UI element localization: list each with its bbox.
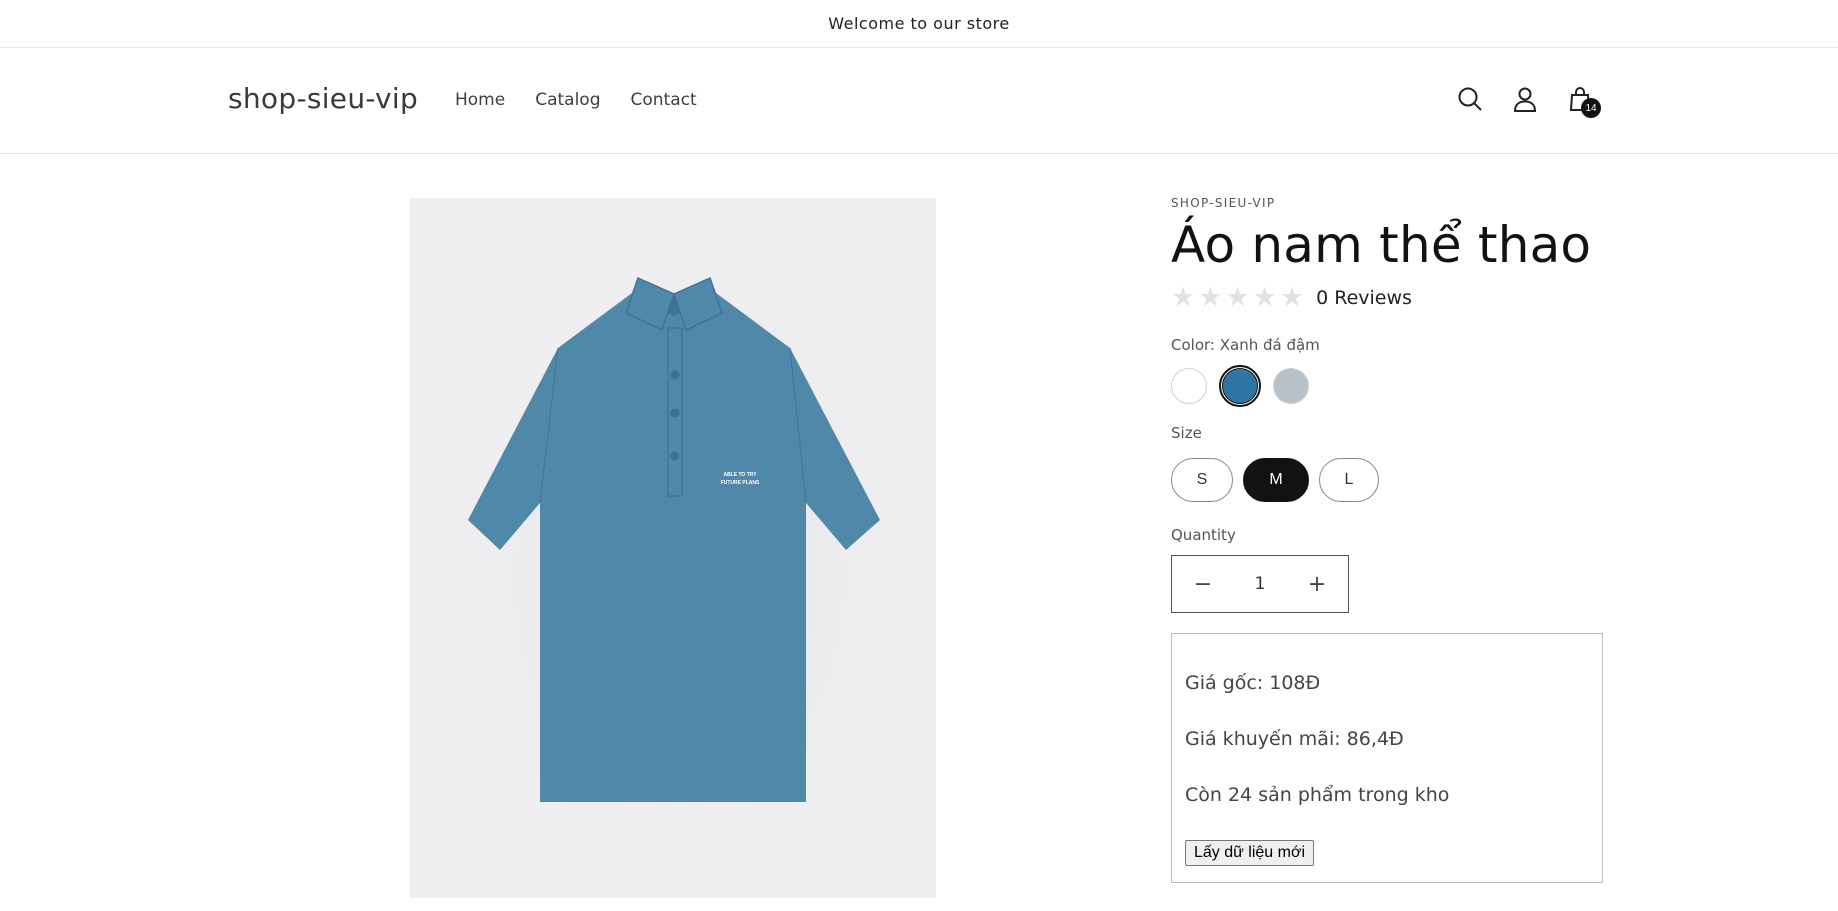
refresh-data-button[interactable]: Lấy dữ liệu mới xyxy=(1185,840,1315,866)
nav-home[interactable]: Home xyxy=(455,90,505,110)
star-icon: ★ xyxy=(1198,282,1223,313)
product-rating: ★ ★ ★ ★ ★ 0 Reviews xyxy=(1171,284,1603,311)
color-label: Color: Xanh đá đậm xyxy=(1171,336,1320,354)
rating-stars: ★ ★ ★ ★ ★ xyxy=(1171,284,1304,311)
color-swatch-dark-stone-blue[interactable] xyxy=(1219,365,1261,407)
color-swatch-white[interactable] xyxy=(1171,368,1207,404)
size-option-l[interactable]: L xyxy=(1319,458,1379,502)
svg-text:FUTURE PLANS: FUTURE PLANS xyxy=(721,480,760,486)
star-icon: ★ xyxy=(1279,282,1305,313)
original-price: Giá gốc: 108Đ xyxy=(1185,672,1321,694)
announcement-bar: Welcome to our store xyxy=(0,0,1838,48)
cart-count-badge: 14 xyxy=(1581,98,1601,118)
nav-catalog[interactable]: Catalog xyxy=(535,90,600,110)
star-icon: ★ xyxy=(1252,282,1277,313)
sale-price: Giá khuyến mãi: 86,4Đ xyxy=(1185,728,1404,750)
stock-count: Còn 24 sản phẩm trong kho xyxy=(1185,784,1450,806)
product-title: Áo nam thể thao xyxy=(1171,216,1592,274)
size-option-m[interactable]: M xyxy=(1243,458,1309,502)
site-header: shop-sieu-vip Home Catalog Contact 14 xyxy=(0,48,1838,154)
account-icon[interactable] xyxy=(1508,82,1542,116)
product-image[interactable]: ABLE TO TRY FUTURE PLANS xyxy=(410,198,936,898)
main-nav: Home Catalog Contact xyxy=(455,90,727,110)
product-vendor: SHOP-SIEU-VIP xyxy=(1171,196,1276,210)
svg-text:ABLE TO TRY: ABLE TO TRY xyxy=(723,472,757,478)
store-logo[interactable]: shop-sieu-vip xyxy=(228,82,418,115)
quantity-stepper: − 1 + xyxy=(1171,555,1349,613)
size-options: S M L xyxy=(1171,458,1379,502)
color-swatches xyxy=(1171,365,1309,407)
shirt-illustration: ABLE TO TRY FUTURE PLANS xyxy=(450,238,910,858)
quantity-label: Quantity xyxy=(1171,526,1236,544)
stock-info-box: Giá gốc: 108Đ Giá khuyến mãi: 86,4Đ Còn … xyxy=(1171,633,1603,883)
quantity-decrease-button[interactable]: − xyxy=(1188,572,1218,597)
size-label: Size xyxy=(1171,424,1202,442)
star-icon: ★ xyxy=(1171,282,1196,313)
cart-icon[interactable]: 14 xyxy=(1563,82,1601,118)
quantity-increase-button[interactable]: + xyxy=(1302,572,1332,597)
star-icon: ★ xyxy=(1225,282,1250,313)
nav-contact[interactable]: Contact xyxy=(631,90,697,110)
product-info: SHOP-SIEU-VIP Áo nam thể thao ★ ★ ★ ★ ★ … xyxy=(1171,196,1603,883)
reviews-count[interactable]: 0 Reviews xyxy=(1316,287,1412,309)
quantity-input[interactable]: 1 xyxy=(1255,574,1266,594)
announcement-text: Welcome to our store xyxy=(828,14,1010,33)
search-icon[interactable] xyxy=(1453,82,1487,116)
color-swatch-grey[interactable] xyxy=(1273,368,1309,404)
size-option-s[interactable]: S xyxy=(1171,458,1233,502)
